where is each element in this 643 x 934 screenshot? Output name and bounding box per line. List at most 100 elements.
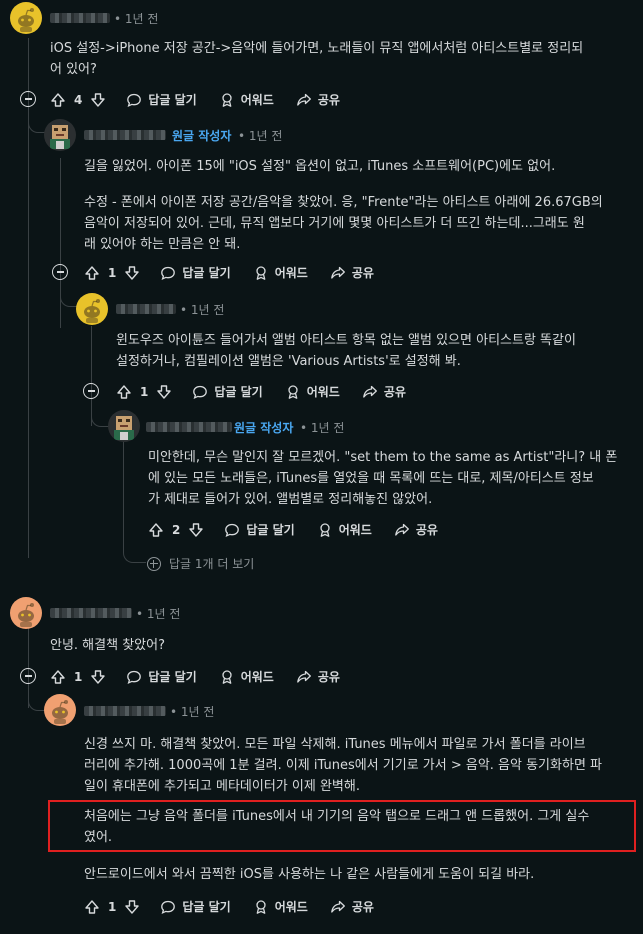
award-button[interactable]: 어워드 [219, 668, 274, 685]
award-button[interactable]: 어워드 [285, 383, 340, 400]
downvote-icon[interactable] [124, 265, 140, 281]
vote-controls: 2 [148, 522, 204, 538]
award-button[interactable]: 어워드 [317, 521, 372, 538]
share-icon [296, 669, 312, 685]
comment-body: 수정 - 폰에서 아이폰 저장 공간/음악을 찾았어. 응, "Frente"라… [84, 195, 603, 252]
comment-actions: 1 답글 달기 어워드 공유 [50, 668, 362, 685]
vote-controls: 1 [50, 669, 106, 685]
avatar[interactable] [44, 694, 76, 726]
share-icon [296, 92, 312, 108]
upvote-icon[interactable] [84, 265, 100, 281]
username-redacted[interactable] [50, 608, 132, 618]
avatar[interactable] [10, 597, 42, 629]
comment-actions: 1 답글 달기 어워드 공유 [84, 264, 396, 281]
share-icon [394, 522, 410, 538]
highlight-box [48, 800, 636, 852]
comment-actions: 4 답글 달기 어워드 공유 [50, 91, 362, 108]
share-icon [330, 899, 346, 915]
avatar[interactable] [108, 410, 140, 442]
avatar[interactable] [44, 119, 76, 151]
username-redacted[interactable] [84, 706, 166, 716]
comment-bubble-icon [126, 669, 142, 685]
username-redacted[interactable] [146, 422, 232, 432]
more-replies-link[interactable]: 답글 1개 더 보기 [147, 555, 254, 572]
downvote-icon[interactable] [90, 669, 106, 685]
award-icon [219, 92, 235, 108]
award-icon [253, 265, 269, 281]
collapse-toggle[interactable] [52, 264, 68, 280]
username-redacted[interactable] [84, 130, 166, 140]
award-icon [219, 669, 235, 685]
reply-button[interactable]: 답글 달기 [224, 521, 295, 538]
collapse-toggle[interactable] [83, 383, 99, 399]
vote-count: 1 [140, 384, 149, 399]
reply-button[interactable]: 답글 달기 [126, 668, 197, 685]
share-button[interactable]: 공유 [296, 668, 340, 685]
timestamp: • 1년 전 [114, 12, 159, 26]
award-button[interactable]: 어워드 [253, 898, 308, 915]
reply-button[interactable]: 답글 달기 [160, 898, 231, 915]
award-icon [285, 384, 301, 400]
upvote-icon[interactable] [116, 384, 132, 400]
downvote-icon[interactable] [124, 899, 140, 915]
downvote-icon[interactable] [90, 92, 106, 108]
timestamp: • 1년 전 [136, 607, 181, 621]
timestamp: • 1년 전 [238, 129, 283, 143]
reply-button[interactable]: 답글 달기 [160, 264, 231, 281]
award-icon [253, 899, 269, 915]
collapse-toggle[interactable] [20, 91, 36, 107]
share-button[interactable]: 공유 [330, 898, 374, 915]
op-badge: 원글 작성자 [234, 421, 294, 435]
vote-count: 1 [108, 899, 117, 914]
share-icon [362, 384, 378, 400]
share-icon [330, 265, 346, 281]
downvote-icon[interactable] [188, 522, 204, 538]
comment-actions: 2 답글 달기 어워드 공유 [148, 521, 460, 538]
share-button[interactable]: 공유 [330, 264, 374, 281]
vote-count: 1 [74, 669, 83, 684]
reply-button[interactable]: 답글 달기 [126, 91, 197, 108]
comment-body: 윈도우즈 아이튠즈 들어가서 앨범 아티스트 항목 없는 앨범 있으면 아티스트… [116, 333, 576, 369]
username-redacted[interactable] [116, 304, 176, 314]
comment-body: 미안한데, 무슨 말인지 잘 모르겠어. "set them to the sa… [148, 450, 618, 507]
comment-bubble-icon [160, 265, 176, 281]
avatar[interactable] [76, 293, 108, 325]
comment-bubble-icon [192, 384, 208, 400]
upvote-icon[interactable] [50, 669, 66, 685]
comment-actions: 1 답글 달기 어워드 공유 [84, 898, 396, 915]
vote-count: 1 [108, 265, 117, 280]
username-redacted[interactable] [50, 13, 110, 23]
award-button[interactable]: 어워드 [219, 91, 274, 108]
share-button[interactable]: 공유 [394, 521, 438, 538]
comment-body: 길을 잃었어. 아이폰 15에 "iOS 설정" 옵션이 없고, iTunes … [84, 159, 556, 174]
timestamp: • 1년 전 [300, 421, 345, 435]
comment-bubble-icon [126, 92, 142, 108]
upvote-icon[interactable] [84, 899, 100, 915]
timestamp: • 1년 전 [180, 303, 225, 317]
op-badge: 원글 작성자 [172, 129, 232, 143]
downvote-icon[interactable] [156, 384, 172, 400]
comment-body: 신경 쓰지 마. 해결책 찾았어. 모든 파일 삭제해. iTunes 메뉴에서… [84, 737, 602, 794]
upvote-icon[interactable] [50, 92, 66, 108]
comment-body: iOS 설정->iPhone 저장 공간->음악에 들어가면, 노래들이 뮤직 … [50, 41, 584, 77]
vote-controls: 4 [50, 92, 106, 108]
expand-plus-icon [147, 556, 161, 571]
comment-actions: 1 답글 달기 어워드 공유 [116, 383, 428, 400]
comment-bubble-icon [224, 522, 240, 538]
share-button[interactable]: 공유 [296, 91, 340, 108]
vote-controls: 1 [84, 265, 140, 281]
upvote-icon[interactable] [148, 522, 164, 538]
vote-controls: 1 [84, 899, 140, 915]
avatar[interactable] [10, 2, 42, 34]
thread-elbow [123, 442, 146, 563]
vote-controls: 1 [116, 384, 172, 400]
share-button[interactable]: 공유 [362, 383, 406, 400]
award-button[interactable]: 어워드 [253, 264, 308, 281]
vote-count: 2 [172, 522, 181, 537]
comment-body: 안녕. 해결책 찾았어? [50, 638, 165, 653]
reply-button[interactable]: 답글 달기 [192, 383, 263, 400]
collapse-toggle[interactable] [20, 668, 36, 684]
vote-count: 4 [74, 92, 83, 107]
comment-body: 안드로이드에서 와서 끔찍한 iOS를 사용하는 나 같은 사람들에게 도움이 … [84, 867, 535, 882]
award-icon [317, 522, 333, 538]
